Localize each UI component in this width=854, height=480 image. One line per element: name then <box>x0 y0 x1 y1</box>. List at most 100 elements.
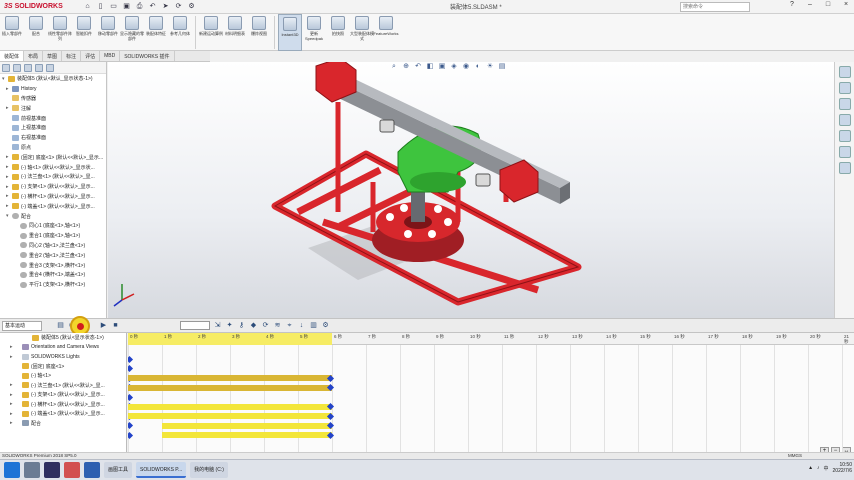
timeline[interactable]: 0 秒 1 秒 2 秒 3 秒 4 秒 5 秒 6 秒 7 秒 8 秒 9 秒 10 秒 11 秒 12… <box>128 333 854 459</box>
network-icon[interactable]: ▲ <box>808 465 813 471</box>
volume-icon[interactable]: ♪ <box>817 465 820 471</box>
browser-icon[interactable] <box>84 462 100 478</box>
gravity-icon[interactable]: ↓ <box>297 321 306 330</box>
tree-item[interactable]: ▸ (-) 法兰盘<1> (默认<<默认>_显... <box>0 172 106 182</box>
tree-item[interactable]: 上视基准面 <box>0 123 106 133</box>
home-icon[interactable]: ⌂ <box>82 2 93 12</box>
timeline-bar[interactable] <box>128 375 332 381</box>
tree-item[interactable]: ▾ 装配体5 (默认<默认_显示状态-1>) <box>0 74 106 84</box>
input-language[interactable]: 中 <box>824 465 829 472</box>
undo-icon[interactable]: ↶ <box>147 2 158 12</box>
start-icon[interactable] <box>4 462 20 478</box>
timeline-bar[interactable] <box>162 422 332 429</box>
stop-icon[interactable]: ■ <box>111 321 120 330</box>
tree-item[interactable]: ▸ (-) 轴<1> (默认<<默认>_显示状... <box>0 162 106 172</box>
save-icon[interactable]: ▣ <box>121 2 132 12</box>
taskbar-app[interactable]: SOLIDWORKS P... <box>136 462 187 478</box>
zoom-area-icon[interactable]: ⊕ <box>402 63 410 71</box>
display-tab-icon[interactable] <box>46 64 54 72</box>
animation-wizard-icon[interactable]: ✦ <box>225 321 234 330</box>
tree-item[interactable]: 同心1 (底座<1>,轴<1>) <box>0 221 106 231</box>
command-show-hidden[interactable]: 显示隐藏的零部件 <box>120 14 144 51</box>
command-move-component[interactable]: 移动零部件 <box>96 14 120 51</box>
tree-item[interactable]: 重合3 (支架<1>,横杆<1>) <box>0 260 106 270</box>
zoom-fit-icon[interactable]: ⌕ <box>390 63 398 71</box>
maximize-icon[interactable]: □ <box>822 1 834 8</box>
command-featureworks[interactable]: FeatureWorks <box>373 14 399 51</box>
add-key-icon[interactable]: ◆ <box>249 321 258 330</box>
tree-item[interactable]: ▸ History <box>0 84 106 94</box>
study-type-select[interactable]: 基本运动 <box>2 320 42 331</box>
timeline-bar[interactable] <box>128 413 332 419</box>
motion-tree-item[interactable]: ▸ (-) 端盖<1> (默认<<默认>_显示... <box>0 409 126 419</box>
app-icon[interactable] <box>64 462 80 478</box>
command-pattern[interactable]: 线性零部件阵列 <box>48 14 72 51</box>
appearance-icon[interactable]: ◐ <box>474 63 482 71</box>
motion-tree-item[interactable]: (-) 轴<1> <box>0 371 126 381</box>
playback-speed-select[interactable] <box>180 321 210 330</box>
file-explorer-icon[interactable] <box>838 114 851 126</box>
print-icon[interactable]: ⎙ <box>134 2 145 12</box>
tree-item[interactable]: 传感器 <box>0 94 106 104</box>
expand-icon[interactable]: ▸ <box>10 420 22 426</box>
open-icon[interactable]: ▭ <box>108 2 119 12</box>
tree-item[interactable]: 原点 <box>0 143 106 153</box>
command-snapshot[interactable]: 拍快照 <box>326 14 350 51</box>
section-view-icon[interactable]: ◧ <box>426 63 434 71</box>
appearances-icon[interactable] <box>838 146 851 158</box>
taskbar-app[interactable]: 我的电脑 (C:) <box>190 462 228 478</box>
calculate-icon[interactable]: ▤ <box>56 321 65 330</box>
motion-tree-item[interactable]: 装配体5 (默认<显示状态-1>) <box>0 333 126 343</box>
feature-tree-tab-icon[interactable] <box>2 64 10 72</box>
command-reference-geometry[interactable]: 参考几何体 <box>168 14 192 51</box>
custom-properties-icon[interactable] <box>838 162 851 174</box>
tree-item[interactable]: 重合4 (横杆<1>,端盖<1>) <box>0 270 106 280</box>
timeline-bar[interactable] <box>128 403 332 410</box>
rebuild-icon[interactable]: ⟳ <box>173 2 184 12</box>
motion-tree-item[interactable]: ▸ (-) 横杆<1> (默认<<默认>_显示... <box>0 400 126 410</box>
tree-item[interactable]: 前视基准面 <box>0 113 106 123</box>
timeline-ruler[interactable]: 0 秒 1 秒 2 秒 3 秒 4 秒 5 秒 6 秒 7 秒 8 秒 9 秒 10 秒 11 秒 12… <box>128 333 854 345</box>
motor-icon[interactable]: ⟳ <box>261 321 270 330</box>
tree-item[interactable]: ▸ (-) 端盖<1> (默认<<默认>_显示... <box>0 201 106 211</box>
motion-tree-item[interactable]: ▸ (-) 法兰盘<1> (默认<<默认>_显... <box>0 381 126 391</box>
timeline-bar[interactable] <box>128 384 332 391</box>
tree-item[interactable]: ▾ 配合 <box>0 211 106 221</box>
view-settings-icon[interactable]: ▤ <box>498 63 506 71</box>
command-instant3d[interactable]: Instant3D <box>278 14 302 51</box>
motion-tree-item[interactable]: ▸ (-) 支架<1> (默认<<默认>_显示... <box>0 390 126 400</box>
design-library-icon[interactable] <box>838 98 851 110</box>
tab-5[interactable]: MBD <box>100 51 121 61</box>
timeline-bar[interactable] <box>162 432 332 438</box>
contact-icon[interactable]: ⌖ <box>285 321 294 330</box>
keyframe-icon[interactable] <box>128 355 134 363</box>
expand-icon[interactable]: ▸ <box>10 382 22 388</box>
view-palette-icon[interactable] <box>838 130 851 142</box>
command-mate[interactable]: 配合 <box>24 14 48 51</box>
command-motion-study[interactable]: 新建运动算例 <box>199 14 223 51</box>
graphics-area[interactable]: ⌕ ⊕ ↶ ◧ ▣ ◈ ◉ ◐ ☀ ▤ <box>108 62 834 318</box>
property-tab-icon[interactable] <box>13 64 21 72</box>
tree-item[interactable]: ▸ 注解 <box>0 103 106 113</box>
expand-icon[interactable]: ▸ <box>10 411 22 417</box>
expand-icon[interactable]: ▸ <box>10 344 22 350</box>
tree-item[interactable]: ▸ (-) 横杆<1> (默认<<默认>_显示... <box>0 192 106 202</box>
new-icon[interactable]: ▯ <box>95 2 106 12</box>
command-smart-fastener[interactable]: 智能扣件 <box>72 14 96 51</box>
save-animation-icon[interactable]: ⇲ <box>213 321 222 330</box>
command-explode[interactable]: 爆炸视图 <box>247 14 271 51</box>
tab-2[interactable]: 草图 <box>43 51 63 61</box>
keyframe-icon[interactable] <box>128 421 134 430</box>
expand-icon[interactable]: ▸ <box>10 354 22 360</box>
keyframe-icon[interactable] <box>128 364 134 373</box>
tab-1[interactable]: 布局 <box>24 51 44 61</box>
command-insert-component[interactable]: 插入零部件 <box>0 14 24 51</box>
photoshop-icon[interactable] <box>44 462 60 478</box>
autokey-icon[interactable]: ⚷ <box>237 321 246 330</box>
play-icon[interactable]: ▶ <box>99 321 108 330</box>
tree-item[interactable]: 右视基准面 <box>0 133 106 143</box>
clock[interactable]: 10:50 2022/7/6 <box>833 462 852 474</box>
task-view-icon[interactable] <box>24 462 40 478</box>
tab-4[interactable]: 评估 <box>81 51 101 61</box>
solidworks-logo[interactable]: 3S SOLIDWORKS <box>0 0 63 14</box>
